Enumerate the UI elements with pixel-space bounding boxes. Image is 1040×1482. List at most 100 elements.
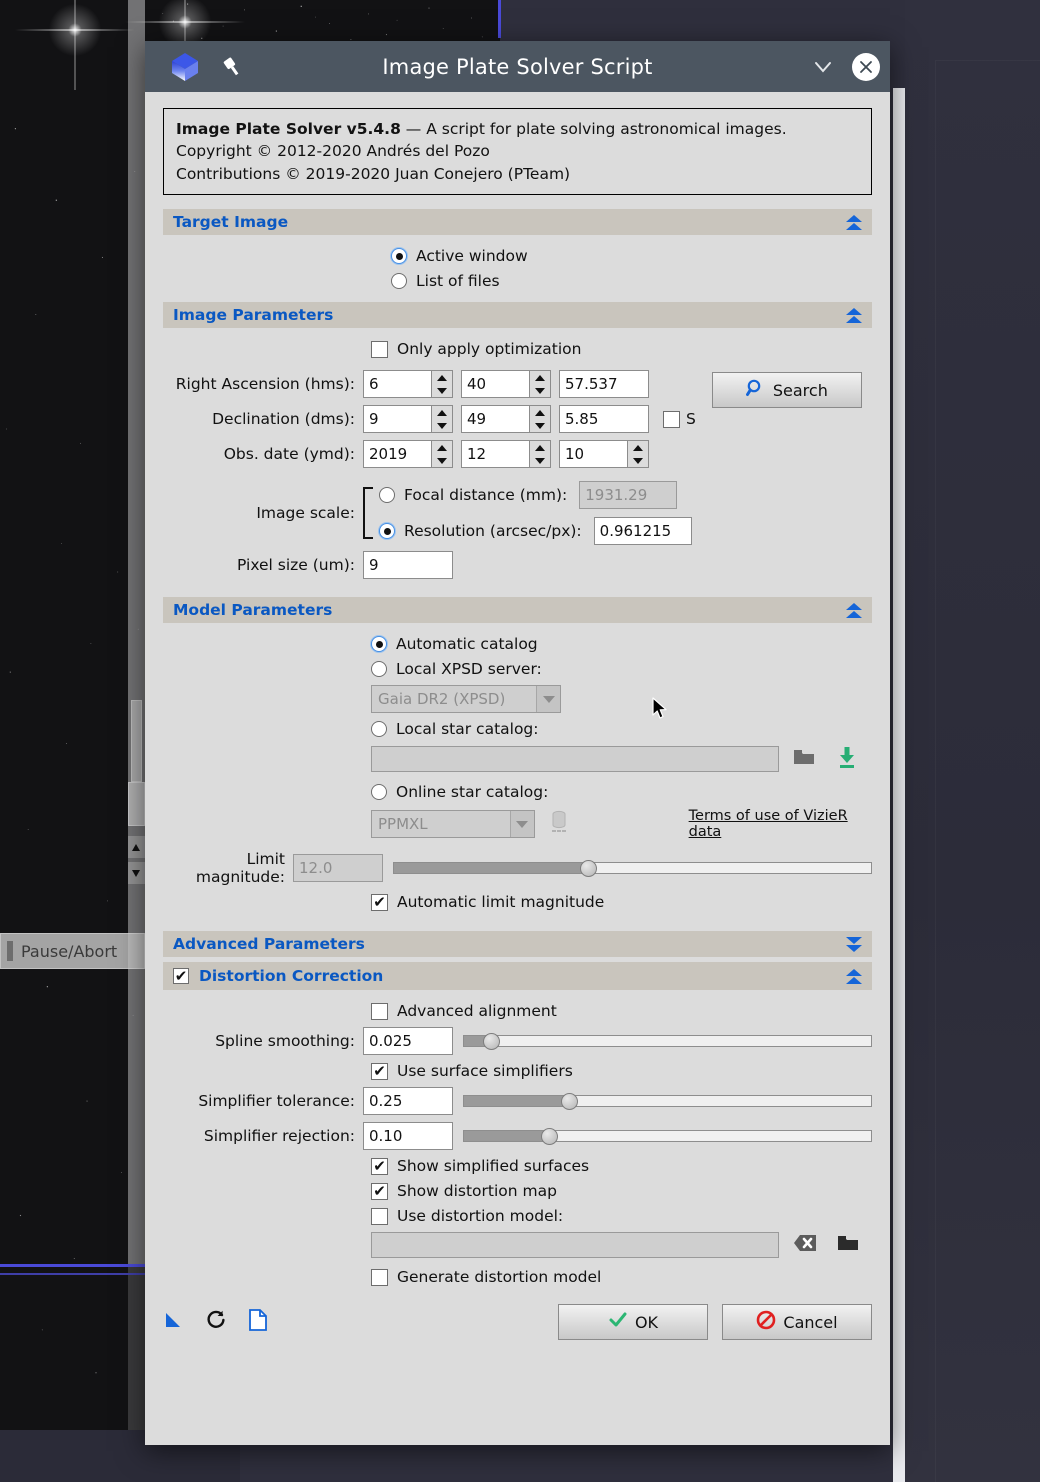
radio-local-star-catalog-indicator[interactable] (371, 721, 387, 738)
collapse-up-icon[interactable] (846, 307, 862, 323)
dec-minutes-input[interactable]: 49 (461, 405, 529, 434)
limit-magnitude-input[interactable]: 12.0 (293, 854, 383, 883)
spin-up-icon[interactable] (530, 441, 550, 454)
ok-button[interactable]: OK (558, 1304, 708, 1341)
checkbox-use-surface-simplifiers[interactable]: Use surface simplifiers (371, 1062, 872, 1080)
spin-down-icon[interactable] (530, 419, 550, 432)
dec-minutes-stepper[interactable]: 49 (461, 405, 551, 434)
spline-smoothing-input[interactable]: 0.025 (363, 1027, 453, 1056)
dec-degrees-input[interactable]: 9 (363, 405, 431, 434)
new-instance-icon[interactable] (163, 1310, 183, 1334)
simplifier-tolerance-slider[interactable] (463, 1092, 872, 1110)
chevron-down-icon[interactable] (812, 56, 834, 78)
ra-seconds-input[interactable]: 57.537 (559, 370, 649, 399)
radio-automatic-catalog[interactable]: Automatic catalog (371, 635, 872, 653)
radio-list-of-files-indicator[interactable] (391, 273, 407, 290)
slider-knob[interactable] (579, 859, 597, 877)
reset-icon[interactable] (205, 1309, 227, 1335)
download-icon[interactable] (835, 745, 859, 773)
collapse-up-icon[interactable] (846, 968, 862, 984)
ra-minutes-input[interactable]: 40 (461, 370, 529, 399)
spin-up-icon[interactable] (628, 441, 648, 454)
spin-up-icon[interactable] (432, 441, 452, 454)
checkbox-automatic-limit-magnitude-box[interactable] (371, 893, 388, 911)
obs-month-input[interactable]: 12 (461, 440, 529, 469)
obs-day-stepper[interactable]: 10 (559, 440, 649, 469)
database-icon[interactable] (549, 810, 569, 838)
dialog-titlebar[interactable]: Image Plate Solver Script (145, 41, 890, 92)
spin-down-icon[interactable] (628, 454, 648, 467)
radio-online-star-catalog-indicator[interactable] (371, 784, 387, 801)
distortion-model-path-input[interactable] (371, 1232, 779, 1259)
resolution-input[interactable]: 0.961215 (593, 517, 692, 546)
section-header-target-image[interactable]: Target Image (163, 209, 872, 236)
vizier-terms-link[interactable]: Terms of use of VizieR data (689, 808, 872, 840)
radio-local-xpsd-server[interactable]: Local XPSD server: (371, 660, 872, 678)
collapse-up-icon[interactable] (846, 214, 862, 230)
cancel-button[interactable]: Cancel (722, 1304, 872, 1341)
folder-icon[interactable] (837, 1234, 859, 1256)
focal-distance-input[interactable]: 1931.29 (579, 481, 678, 510)
obs-year-stepper[interactable]: 2019 (363, 440, 453, 469)
xpsd-catalog-select[interactable]: Gaia DR2 (XPSD) (371, 685, 561, 714)
section-header-image-parameters[interactable]: Image Parameters (163, 302, 872, 329)
chevron-down-icon[interactable] (509, 811, 534, 838)
pixel-size-input[interactable]: 9 (363, 551, 453, 580)
simplifier-rejection-slider[interactable] (463, 1127, 872, 1145)
section-header-distortion-correction[interactable]: Distortion Correction (163, 962, 872, 991)
obs-day-spin-buttons[interactable] (627, 440, 649, 469)
obs-month-spin-buttons[interactable] (529, 440, 551, 469)
scroll-up-icon[interactable] (128, 836, 145, 858)
checkbox-advanced-alignment[interactable]: Advanced alignment (371, 1002, 872, 1020)
ra-hours-stepper[interactable]: 6 (363, 370, 453, 399)
slider-knob[interactable] (561, 1092, 579, 1110)
radio-list-of-files[interactable]: List of files (391, 272, 872, 290)
spin-down-icon[interactable] (530, 454, 550, 467)
obs-year-input[interactable]: 2019 (363, 440, 431, 469)
spin-down-icon[interactable] (432, 419, 452, 432)
dec-degrees-spin-buttons[interactable] (431, 405, 453, 434)
radio-focal-distance[interactable]: Focal distance (mm): 1931.29 (379, 481, 872, 510)
limit-magnitude-slider[interactable] (393, 859, 872, 877)
chevron-down-icon[interactable] (536, 686, 560, 713)
spin-down-icon[interactable] (432, 384, 452, 397)
image-view-scrollbar-thumb[interactable] (131, 700, 142, 782)
checkbox-only-apply-optimization-box[interactable] (371, 340, 388, 358)
checkbox-use-surface-simplifiers-box[interactable] (371, 1062, 388, 1080)
radio-resolution[interactable]: Resolution (arcsec/px): 0.961215 (379, 517, 872, 546)
radio-focal-distance-indicator[interactable] (379, 487, 395, 504)
collapse-up-icon[interactable] (846, 602, 862, 618)
simplifier-rejection-input[interactable]: 0.10 (363, 1122, 453, 1151)
ra-minutes-spin-buttons[interactable] (529, 370, 551, 399)
ra-hours-input[interactable]: 6 (363, 370, 431, 399)
checkbox-only-apply-optimization[interactable]: Only apply optimization (371, 340, 872, 358)
radio-active-window-indicator[interactable] (391, 248, 407, 265)
spin-up-icon[interactable] (432, 371, 452, 384)
clear-icon[interactable] (793, 1234, 817, 1256)
checkbox-show-distortion-map-box[interactable] (371, 1182, 388, 1200)
checkbox-declination-south[interactable] (663, 410, 680, 428)
radio-active-window[interactable]: Active window (391, 247, 872, 265)
image-view-scrollbar[interactable] (128, 0, 145, 1264)
dec-seconds-input[interactable]: 5.85 (559, 405, 649, 434)
radio-automatic-catalog-indicator[interactable] (371, 636, 387, 653)
checkbox-use-distortion-model[interactable]: Use distortion model: (371, 1207, 872, 1225)
spin-up-icon[interactable] (530, 406, 550, 419)
spin-up-icon[interactable] (432, 406, 452, 419)
pin-icon[interactable] (221, 56, 243, 78)
spin-up-icon[interactable] (530, 371, 550, 384)
simplifier-tolerance-input[interactable]: 0.25 (363, 1087, 453, 1116)
checkbox-use-distortion-model-box[interactable] (371, 1207, 388, 1225)
spin-down-icon[interactable] (432, 454, 452, 467)
pause-abort-button[interactable]: Pause/Abort (0, 933, 145, 969)
checkbox-automatic-limit-magnitude[interactable]: Automatic limit magnitude (371, 893, 872, 911)
obs-day-input[interactable]: 10 (559, 440, 627, 469)
scroll-down-icon[interactable] (128, 862, 145, 884)
spline-smoothing-slider[interactable] (463, 1032, 872, 1050)
spin-down-icon[interactable] (530, 384, 550, 397)
obs-month-stepper[interactable]: 12 (461, 440, 551, 469)
radio-local-xpsd-server-indicator[interactable] (371, 661, 387, 678)
radio-local-star-catalog[interactable]: Local star catalog: (371, 720, 872, 738)
ra-hours-spin-buttons[interactable] (431, 370, 453, 399)
online-catalog-select[interactable]: PPMXL (371, 810, 535, 839)
